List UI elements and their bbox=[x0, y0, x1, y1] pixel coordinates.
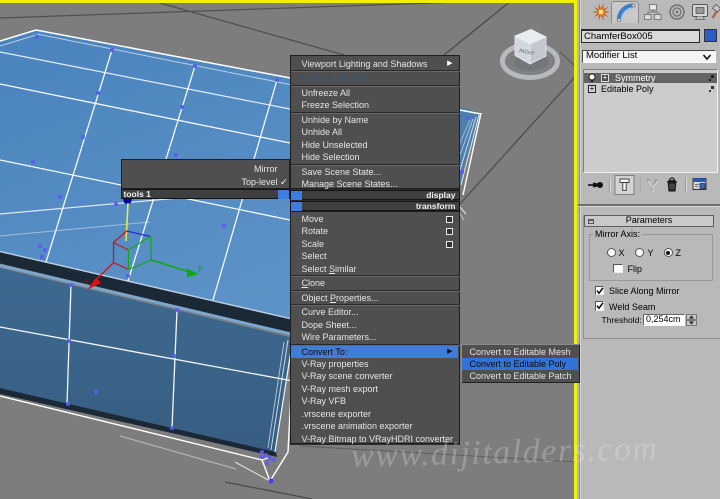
svg-text:y: y bbox=[197, 262, 203, 272]
svg-text:x: x bbox=[83, 276, 89, 286]
